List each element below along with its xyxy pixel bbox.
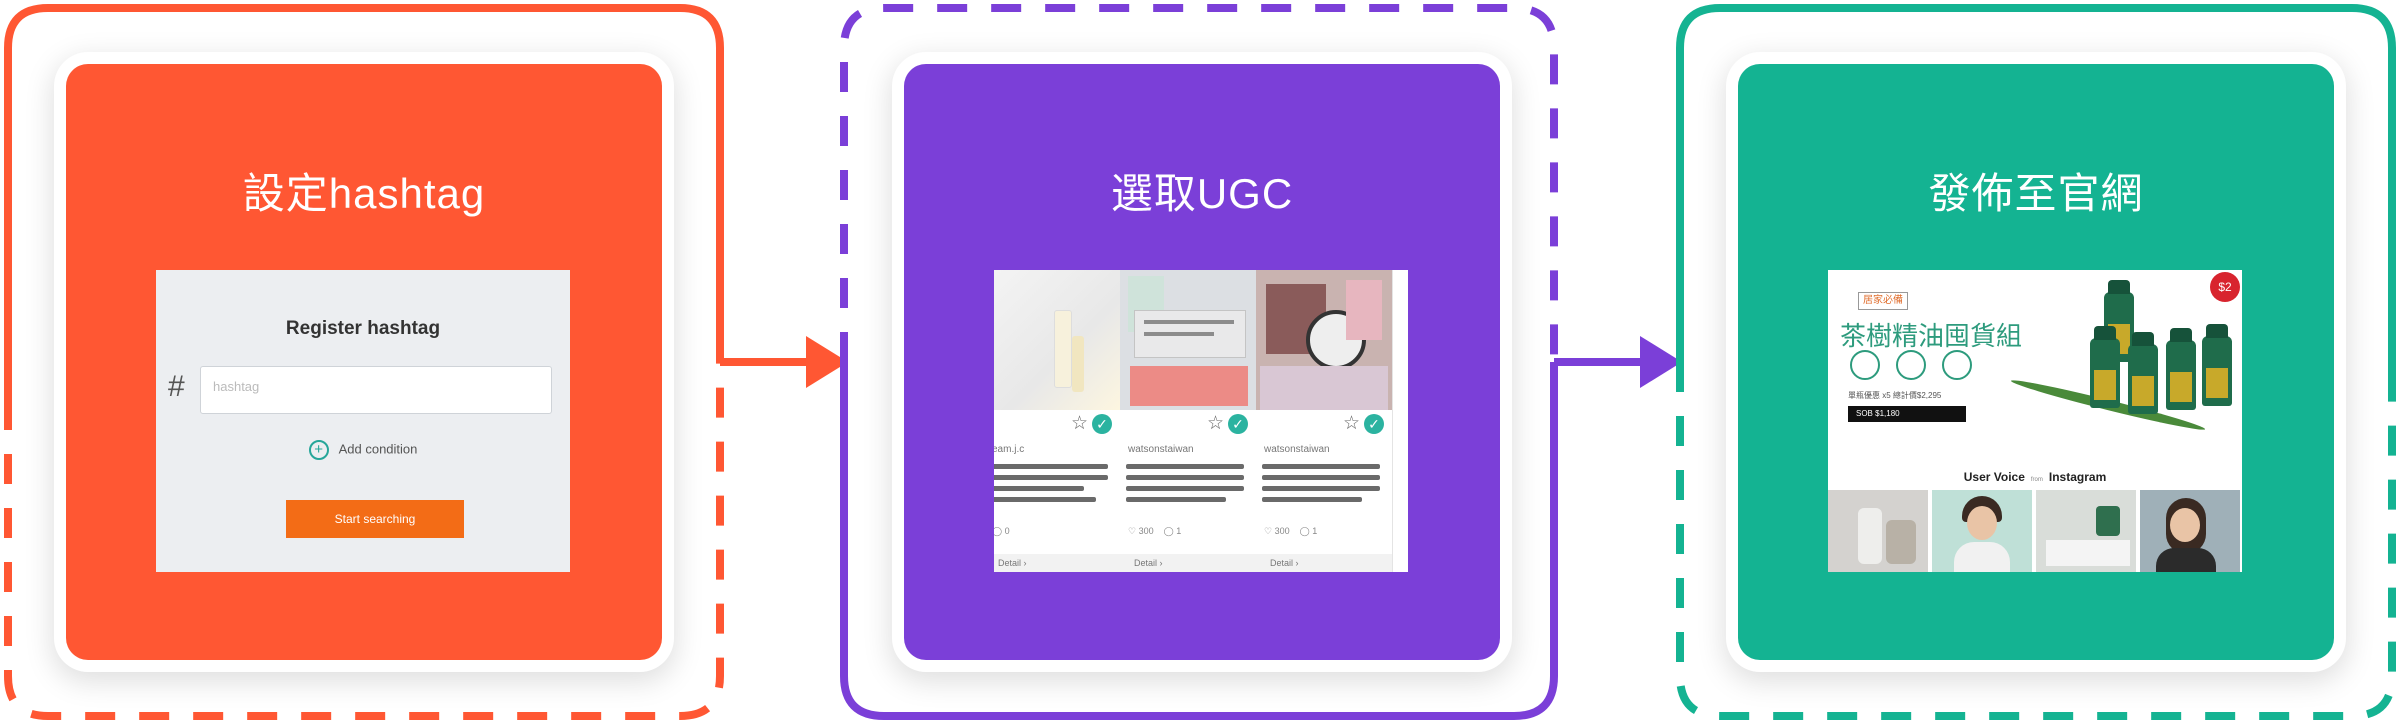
bottle-image	[2202, 324, 2232, 406]
ugc-detail-label: Detail	[1134, 558, 1158, 568]
ugc-post-card[interactable]: ☆ ✓ watsonstaiwan ♡ 300 ◯ 1 Detail ›	[1256, 270, 1393, 572]
ugc-username: watsonstaiwan	[1128, 444, 1194, 455]
ugc-comments: 1	[1176, 526, 1182, 536]
instagram-label: Instagram	[2048, 470, 2107, 484]
ugc-detail-link[interactable]: Detail ›	[994, 554, 1120, 572]
chevron-right-icon: ›	[1023, 558, 1027, 568]
ugc-stats: ♡ 300 ◯ 1	[1128, 526, 1181, 537]
step-card-set-hashtag: 設定hashtag Register hashtag # hashtag + Ad…	[66, 64, 662, 660]
price-bar: SOB $1,180	[1848, 406, 1966, 422]
ugc-username: eam.j.c	[994, 444, 1025, 455]
ugc-comments: 0	[1004, 526, 1010, 536]
ugc-post-image	[994, 270, 1120, 410]
check-icon[interactable]: ✓	[1092, 414, 1112, 434]
check-icon[interactable]: ✓	[1364, 414, 1384, 434]
step-title: 選取UGC	[1110, 170, 1294, 217]
step-title: 設定hashtag	[242, 170, 486, 217]
ugc-likes: 300	[1274, 526, 1290, 536]
ugc-caption	[1262, 464, 1380, 508]
comment-icon: ◯	[994, 526, 1003, 536]
sale-badge: $2	[2210, 272, 2240, 302]
ugc-grid-screenshot: ☆ ✓ eam.j.c ◯ 0 Detail › ☆ ✓ watsonstaiw…	[994, 270, 1408, 572]
register-hashtag-title: Register hashtag	[285, 318, 441, 339]
promo-fine-print: 單瓶優惠 x5 總計價$2,295	[1848, 391, 1942, 400]
ugc-detail-label: Detail	[1270, 558, 1294, 568]
ugc-detail-label: Detail	[998, 558, 1022, 568]
ugc-post-card[interactable]: ☆ ✓ watsonstaiwan ♡ 300 ◯ 1 Detail ›	[1120, 270, 1257, 572]
promo-badge: 居家必備	[1858, 292, 1908, 310]
from-label: from	[2030, 477, 2043, 483]
instagram-photo[interactable]	[2140, 490, 2240, 572]
ugc-caption	[994, 464, 1108, 508]
star-icon[interactable]: ☆	[1343, 412, 1360, 435]
ugc-stats: ◯ 0	[994, 526, 1010, 537]
instagram-photo[interactable]	[2036, 490, 2136, 572]
ugc-post-card[interactable]: ☆ ✓ eam.j.c ◯ 0 Detail ›	[994, 270, 1121, 572]
ugc-stats: ♡ 300 ◯ 1	[1264, 526, 1317, 537]
step-title: 發佈至官網	[1928, 170, 2144, 217]
ugc-username: watsonstaiwan	[1264, 444, 1330, 455]
heart-icon: ♡	[1264, 526, 1273, 536]
register-hashtag-screenshot: Register hashtag # hashtag + Add conditio…	[156, 270, 570, 572]
step-card-select-ugc: 選取UGC ☆ ✓ eam.j.c ◯ 0 Detail › ☆ ✓ watso…	[904, 64, 1500, 660]
start-searching-button[interactable]: Start searching	[286, 500, 464, 538]
heart-icon: ♡	[1128, 526, 1137, 536]
hash-icon: #	[168, 370, 185, 403]
bottle-image	[2166, 328, 2196, 410]
bottle-image	[2090, 326, 2120, 408]
ugc-caption	[1126, 464, 1244, 508]
bottle-image	[2128, 332, 2158, 414]
user-voice-label: User Voice	[1963, 470, 2025, 484]
check-icon[interactable]: ✓	[1228, 414, 1248, 434]
ugc-post-image	[1256, 270, 1392, 410]
chevron-right-icon: ›	[1159, 558, 1163, 568]
comment-icon: ◯	[1163, 526, 1174, 536]
ugc-detail-link[interactable]: Detail ›	[1256, 554, 1392, 572]
add-condition-label: Add condition	[338, 441, 418, 457]
feature-icon	[1942, 350, 1972, 380]
feature-icon	[1896, 350, 1926, 380]
instagram-photo[interactable]	[1828, 490, 1928, 572]
arrow-2-head	[1640, 336, 1682, 388]
add-condition-button[interactable]: + Add condition	[156, 440, 570, 460]
chevron-right-icon: ›	[1295, 558, 1299, 568]
hashtag-input[interactable]: hashtag	[200, 366, 552, 414]
ugc-comments: 1	[1312, 526, 1318, 536]
plus-circle-icon: +	[308, 440, 329, 460]
website-screenshot: 居家必備 茶樹精油囤貨組 單瓶優惠 x5 總計價$2,295 SOB $1,18…	[1828, 270, 2242, 572]
ugc-post-image	[1120, 270, 1256, 410]
instagram-photo[interactable]	[1932, 490, 2032, 572]
ugc-detail-link[interactable]: Detail ›	[1120, 554, 1256, 572]
star-icon[interactable]: ☆	[1207, 412, 1224, 435]
ugc-likes: 300	[1138, 526, 1154, 536]
feature-icon	[1850, 350, 1880, 380]
comment-icon: ◯	[1299, 526, 1310, 536]
star-icon[interactable]: ☆	[1071, 412, 1088, 435]
user-voice-heading: User Voice from Instagram	[1828, 470, 2242, 484]
step-card-publish-website: 發佈至官網 居家必備 茶樹精油囤貨組 單瓶優惠 x5 總計價$2,295 SOB…	[1738, 64, 2334, 660]
product-title: 茶樹精油囤貨組	[1840, 321, 2023, 351]
